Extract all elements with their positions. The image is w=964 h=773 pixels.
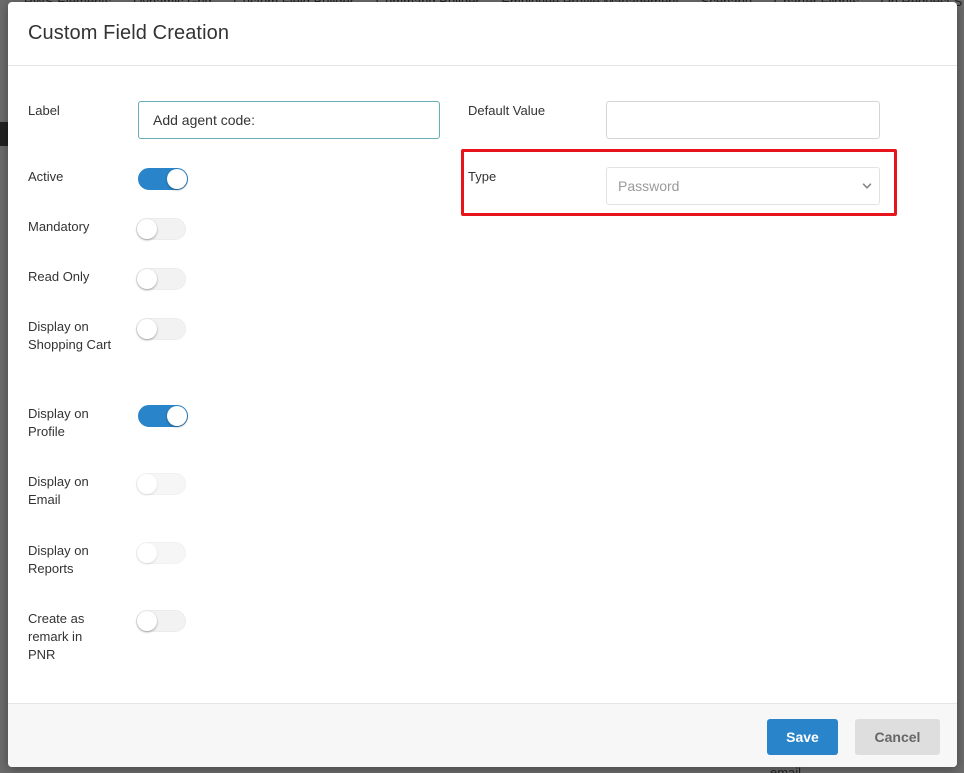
- toggle-knob: [137, 319, 157, 339]
- toggle-read-only[interactable]: [136, 268, 186, 290]
- toggle-mandatory[interactable]: [136, 218, 186, 240]
- toggle-label-read-only: Read Only: [28, 269, 90, 284]
- toggle-label-display-on-reports: Display on Reports: [28, 543, 89, 576]
- modal-title: Custom Field Creation: [28, 22, 230, 44]
- toggle-display-on-reports[interactable]: [136, 542, 186, 564]
- toggle-label-display-on-email: Display on Email: [28, 474, 89, 507]
- toggle-label-mandatory: Mandatory: [28, 219, 90, 234]
- toggle-label-active: Active: [28, 169, 64, 184]
- toggle-label-display-on-profile: Display on Profile: [28, 406, 89, 439]
- label-field-label: Label: [28, 103, 60, 118]
- toggle-active[interactable]: [138, 168, 188, 190]
- toggle-knob: [137, 474, 157, 494]
- modal-header: Custom Field Creation: [8, 2, 957, 66]
- toggle-label-display-on-shopping-cart: Display on Shopping Cart: [28, 319, 112, 352]
- toggle-knob: [137, 611, 157, 631]
- modal-footer: Save Cancel: [8, 703, 957, 767]
- background-text: email: [770, 766, 801, 773]
- background-strip: [0, 122, 8, 146]
- default-value-input[interactable]: [606, 101, 880, 139]
- toggle-display-on-email[interactable]: [136, 473, 186, 495]
- toggle-display-on-shopping-cart[interactable]: [136, 318, 186, 340]
- toggle-knob: [167, 406, 187, 426]
- toggle-display-on-profile[interactable]: [138, 405, 188, 427]
- default-value-field-label: Default Value: [468, 103, 546, 118]
- toggle-knob: [167, 169, 187, 189]
- type-highlight-box: [461, 149, 897, 216]
- toggle-knob: [137, 543, 157, 563]
- modal-body: Label Default Value Type Password Active…: [8, 66, 957, 703]
- save-button[interactable]: Save: [767, 719, 838, 755]
- label-input[interactable]: [138, 101, 440, 139]
- toggle-create-as-remark-in-pnr[interactable]: [136, 610, 186, 632]
- custom-field-modal: Custom Field Creation Label Default Valu…: [8, 2, 957, 767]
- toggle-knob: [137, 269, 157, 289]
- toggle-label-create-as-remark-in-pnr: Create as remark in PNR: [28, 611, 85, 662]
- cancel-button[interactable]: Cancel: [855, 719, 940, 755]
- toggle-knob: [137, 219, 157, 239]
